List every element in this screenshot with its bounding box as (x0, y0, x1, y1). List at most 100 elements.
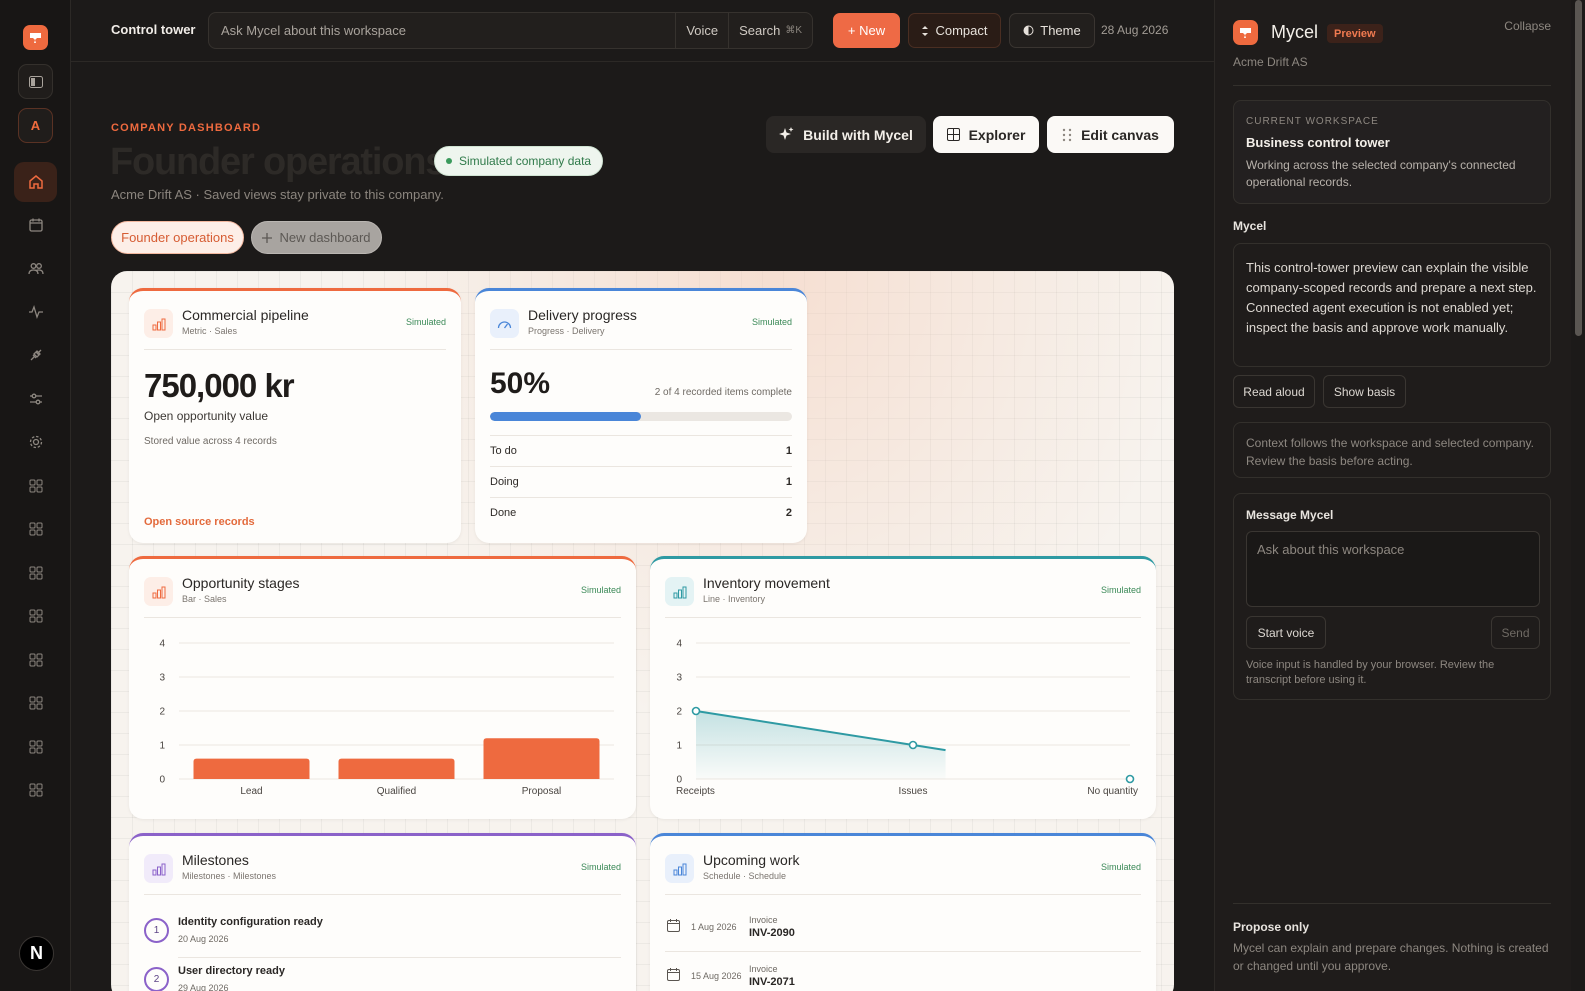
pipeline-value: 750,000 kr (144, 367, 295, 404)
work-item[interactable]: 15 Aug 2026 Invoice INV-2071 (665, 960, 1141, 991)
assistant-org: Acme Drift AS (1233, 55, 1308, 69)
x-tick-label: Receipts (676, 786, 715, 797)
nav-app-4[interactable] (14, 596, 57, 636)
x-tick-label: Proposal (522, 786, 561, 797)
search-button[interactable]: Search ⌘K (728, 13, 812, 48)
nav-app-7[interactable] (14, 727, 57, 767)
opportunity-stages-bar-chart: 0 1 2 3 4 Lead Qualified Proposal (159, 639, 614, 797)
theme-button[interactable]: Theme (1009, 13, 1095, 48)
grid-icon (29, 522, 42, 536)
tab-founder-operations[interactable]: Founder operations (111, 221, 244, 254)
compose-title: Message Mycel (1246, 508, 1334, 522)
simulated-badge: Simulated (1100, 585, 1141, 595)
nav-app-2[interactable] (14, 509, 57, 549)
mycel-logo-icon (30, 32, 41, 43)
milestone-number: 2 (144, 967, 169, 991)
page-eyebrow: COMPANY DASHBOARD (111, 122, 262, 134)
card-milestones[interactable]: Milestones Milestones · Milestones Simul… (129, 833, 636, 991)
nav-settings[interactable] (14, 422, 57, 462)
compact-button[interactable]: Compact (908, 13, 1001, 48)
divider (1233, 903, 1551, 904)
progress-bar-fill (490, 412, 641, 421)
context-note: Context follows the workspace and select… (1233, 422, 1551, 478)
chart-icon (665, 577, 694, 606)
assistant-section-title: Mycel (1233, 219, 1267, 233)
nav-app-6[interactable] (14, 683, 57, 723)
nav-activity[interactable] (14, 292, 57, 332)
card-upcoming-work[interactable]: Upcoming work Schedule · Schedule Simula… (650, 833, 1156, 991)
build-with-mycel-button[interactable]: Build with Mycel (766, 116, 926, 153)
divider (144, 617, 621, 618)
app-logo[interactable] (23, 25, 48, 50)
simulated-badge: Simulated (580, 862, 621, 872)
nav-app-3[interactable] (14, 553, 57, 593)
y-tick-label: 2 (676, 707, 682, 718)
nav-app-5[interactable] (14, 640, 57, 680)
new-button[interactable]: + New (833, 13, 900, 48)
card-delivery-progress[interactable]: Delivery progress Progress · Delivery Si… (475, 288, 807, 543)
nav-app-8[interactable] (14, 770, 57, 810)
card-commercial-pipeline[interactable]: Commercial pipeline Metric · Sales Simul… (129, 288, 461, 543)
card-inventory-movement[interactable]: Inventory movement Line · Inventory Simu… (650, 556, 1156, 819)
toggle-sidebar-button[interactable] (18, 64, 53, 99)
simulated-badge: Simulated (1100, 862, 1141, 872)
assistant-panel: Mycel Preview Collapse Acme Drift AS CUR… (1214, 0, 1571, 991)
bar-qualified (338, 758, 455, 779)
page-scrollbar[interactable] (1571, 0, 1585, 991)
nav-app-1[interactable] (14, 466, 57, 506)
work-kind: Invoice (749, 915, 778, 925)
divider (490, 349, 792, 350)
voice-button[interactable]: Voice (675, 13, 728, 48)
nav-integrations[interactable] (14, 335, 57, 375)
milestone-item[interactable]: 2 User directory ready 29 Aug 2026 (144, 965, 614, 991)
explorer-button[interactable]: Explorer (933, 116, 1039, 153)
collapse-panel-button[interactable]: Collapse (1504, 19, 1551, 33)
status-dot-icon (446, 158, 452, 164)
card-subtitle: Metric · Sales (182, 326, 238, 336)
status-row-todo: To do 1 (490, 435, 792, 466)
current-date: 28 Aug 2026 (1101, 23, 1169, 37)
start-voice-button[interactable]: Start voice (1246, 616, 1326, 649)
workspace-kicker: CURRENT WORKSPACE (1246, 116, 1379, 127)
dashboard-canvas: Commercial pipeline Metric · Sales Simul… (111, 271, 1174, 991)
show-basis-button[interactable]: Show basis (1323, 375, 1406, 408)
scrollbar-thumb[interactable] (1575, 0, 1582, 336)
tab-new-dashboard[interactable]: New dashboard (251, 221, 382, 254)
bar-proposal (483, 738, 600, 779)
footer-brand-logo[interactable]: N (19, 936, 54, 971)
card-subtitle: Progress · Delivery (528, 326, 605, 336)
simulated-badge: Simulated (580, 585, 621, 595)
card-subtitle: Line · Inventory (703, 594, 766, 604)
nav-home[interactable] (14, 162, 57, 202)
search-bar[interactable]: Ask Mycel about this workspace Voice Sea… (208, 12, 813, 49)
calendar-icon (667, 919, 680, 932)
data-point-no-quantity (1125, 774, 1135, 784)
x-tick-label: No quantity (1087, 786, 1138, 797)
grid-icon (29, 479, 42, 493)
nav-controls[interactable] (14, 379, 57, 419)
edit-canvas-button[interactable]: Edit canvas (1047, 116, 1174, 153)
page-title: Founder operations (110, 141, 446, 183)
card-opportunity-stages[interactable]: Opportunity stages Bar · Sales Simulated… (129, 556, 636, 819)
workspace-avatar[interactable]: A (18, 108, 53, 143)
grid-icon (29, 566, 42, 580)
mycel-logo-icon (1240, 27, 1251, 38)
chart-icon (144, 577, 173, 606)
search-input[interactable]: Ask Mycel about this workspace (209, 23, 675, 38)
milestone-item[interactable]: 1 Identity configuration ready 20 Aug 20… (144, 916, 614, 956)
read-aloud-button[interactable]: Read aloud (1233, 375, 1315, 408)
data-point-issues (908, 740, 918, 750)
contrast-icon (1023, 25, 1034, 36)
nav-calendar[interactable] (14, 205, 57, 245)
open-source-records-link[interactable]: Open source records (144, 516, 255, 528)
message-input[interactable]: Ask about this workspace (1246, 531, 1540, 607)
pipeline-note: Stored value across 4 records (144, 436, 277, 447)
gauge-icon (490, 309, 519, 338)
grid-icon (29, 696, 42, 710)
y-tick-label: 3 (676, 673, 682, 684)
nav-people[interactable] (14, 249, 57, 289)
card-title: Inventory movement (703, 575, 830, 591)
send-button[interactable]: Send (1491, 616, 1540, 649)
divider (178, 957, 621, 958)
divider (665, 951, 1141, 952)
